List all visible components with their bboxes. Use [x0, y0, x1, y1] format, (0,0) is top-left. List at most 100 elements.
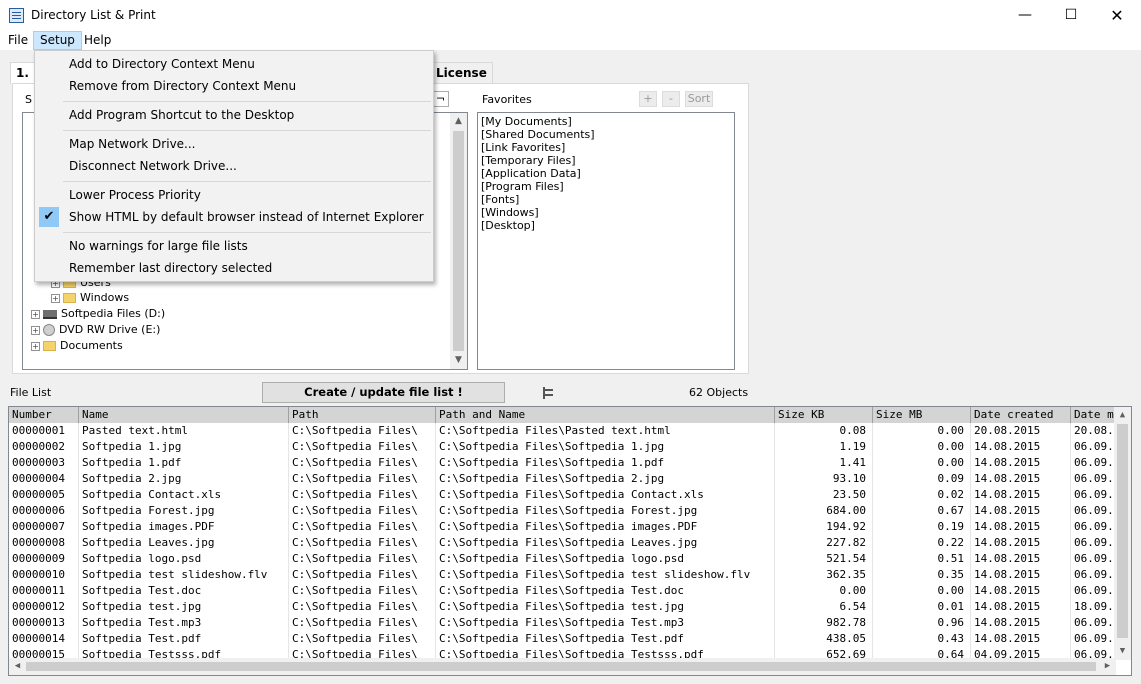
- scroll-down-icon[interactable]: ▼: [450, 352, 467, 369]
- minimize-button[interactable]: —: [1002, 0, 1048, 31]
- scroll-thumb[interactable]: [453, 131, 464, 351]
- menu-item-html-browser[interactable]: ✔ Show HTML by default browser instead o…: [36, 206, 432, 228]
- favorite-item[interactable]: [My Documents]: [481, 115, 731, 128]
- table-cell: C:\Softpedia Files\Softpedia logo.psd: [436, 551, 775, 567]
- tab-license[interactable]: License: [430, 62, 493, 84]
- table-row[interactable]: 00000005 Softpedia Contact.xls C:\Softpedi…: [9, 487, 1116, 503]
- tree-item-windows[interactable]: + Windows: [51, 290, 129, 306]
- table-row[interactable]: 00000001 Pasted text.html C:\Softpedia Fil…: [9, 423, 1116, 439]
- maximize-button[interactable]: ☐: [1048, 0, 1094, 31]
- scroll-down-icon[interactable]: ▼: [1114, 643, 1131, 660]
- expand-icon[interactable]: +: [51, 293, 60, 303]
- scroll-left-icon[interactable]: ◀: [9, 658, 26, 675]
- favorite-item[interactable]: [Fonts]: [481, 193, 731, 206]
- menu-item-remember-dir[interactable]: Remember last directory selected: [36, 257, 432, 279]
- table-cell: 0.00: [873, 439, 971, 455]
- expand-icon[interactable]: +: [31, 325, 40, 335]
- file-list-grid[interactable]: Number Name Path Path and Name Size KB Size M…: [8, 406, 1132, 676]
- table-row[interactable]: 00000014 Softpedia Test.pdf C:\Softpedia F…: [9, 631, 1116, 647]
- sort-favorites-button[interactable]: Sort: [685, 91, 713, 107]
- add-favorite-button[interactable]: +: [639, 91, 657, 107]
- scroll-thumb[interactable]: [1117, 424, 1128, 638]
- table-cell: 00000011: [9, 583, 79, 599]
- menu-help[interactable]: Help: [78, 31, 117, 50]
- table-row[interactable]: 00000009 Softpedia logo.psd C:\Softpedia F…: [9, 551, 1116, 567]
- source-group-label: S: [25, 93, 32, 106]
- folder-icon: [43, 341, 56, 351]
- favorite-item[interactable]: [Windows]: [481, 206, 731, 219]
- menu-item-no-warnings[interactable]: No warnings for large file lists: [36, 235, 432, 257]
- grid-vertical-scrollbar[interactable]: ▲ ▼: [1114, 407, 1131, 660]
- grid-horizontal-scrollbar[interactable]: ◀ ▶: [9, 658, 1116, 675]
- table-row[interactable]: 00000012 Softpedia test.jpg C:\Softpedia F…: [9, 599, 1116, 615]
- menu-file[interactable]: File: [2, 31, 34, 50]
- table-row[interactable]: 00000003 Softpedia 1.pdf C:\Softpedia File…: [9, 455, 1116, 471]
- favorite-item[interactable]: [Temporary Files]: [481, 154, 731, 167]
- column-header[interactable]: Path: [289, 407, 436, 423]
- table-row[interactable]: 00000008 Softpedia Leaves.jpg C:\Softpedia…: [9, 535, 1116, 551]
- table-cell: C:\Softpedia Files\: [289, 439, 436, 455]
- scroll-up-icon[interactable]: ▲: [450, 113, 467, 130]
- table-cell: 14.08.2015: [971, 631, 1071, 647]
- expand-icon[interactable]: +: [31, 309, 40, 319]
- favorite-item[interactable]: [Link Favorites]: [481, 141, 731, 154]
- tab-directory[interactable]: 1. D: [10, 62, 35, 100]
- create-file-list-button[interactable]: Create / update file list !: [262, 382, 505, 403]
- table-row[interactable]: 00000006 Softpedia Forest.jpg C:\Softpedia…: [9, 503, 1116, 519]
- menu-item-desktop-shortcut[interactable]: Add Program Shortcut to the Desktop: [36, 104, 432, 126]
- menu-setup[interactable]: Setup: [33, 31, 82, 50]
- favorites-label: Favorites: [482, 93, 532, 106]
- close-button[interactable]: ✕: [1094, 0, 1140, 31]
- column-header[interactable]: Number: [9, 407, 79, 423]
- table-row[interactable]: 00000002 Softpedia 1.jpg C:\Softpedia File…: [9, 439, 1116, 455]
- table-cell: 06.09.: [1071, 455, 1116, 471]
- table-cell: 00000003: [9, 455, 79, 471]
- favorite-item[interactable]: [Desktop]: [481, 219, 731, 232]
- menu-item-disconnect-drive[interactable]: Disconnect Network Drive...: [36, 155, 432, 177]
- table-cell: C:\Softpedia Files\Softpedia Contact.xls: [436, 487, 775, 503]
- table-cell: 362.35: [775, 567, 873, 583]
- tree-view-icon[interactable]: [543, 387, 555, 399]
- column-header[interactable]: Size MB: [873, 407, 971, 423]
- scroll-right-icon[interactable]: ▶: [1099, 658, 1116, 675]
- table-cell: C:\Softpedia Files\Pasted text.html: [436, 423, 775, 439]
- menu-item-map-drive[interactable]: Map Network Drive...: [36, 133, 432, 155]
- favorite-item[interactable]: [Shared Documents]: [481, 128, 731, 141]
- menu-item-remove-context[interactable]: Remove from Directory Context Menu: [36, 75, 432, 97]
- scroll-thumb[interactable]: [26, 662, 1096, 671]
- column-header[interactable]: Date m: [1071, 407, 1116, 423]
- table-cell: 6.54: [775, 599, 873, 615]
- tree-item-softpedia-drive[interactable]: + Softpedia Files (D:): [31, 306, 165, 322]
- table-cell: 06.09.: [1071, 567, 1116, 583]
- tree-scrollbar[interactable]: ▲ ▼: [450, 113, 467, 369]
- table-row[interactable]: 00000004 Softpedia 2.jpg C:\Softpedia File…: [9, 471, 1116, 487]
- table-cell: 684.00: [775, 503, 873, 519]
- nav-button[interactable]: ¬: [432, 91, 449, 107]
- table-row[interactable]: 00000010 Softpedia test slideshow.flv C:\S…: [9, 567, 1116, 583]
- table-cell: 0.67: [873, 503, 971, 519]
- table-cell: 14.08.2015: [971, 615, 1071, 631]
- table-cell: 0.51: [873, 551, 971, 567]
- tree-item-documents[interactable]: + Documents: [31, 338, 123, 354]
- favorites-list[interactable]: [My Documents] [Shared Documents] [Link …: [477, 112, 735, 370]
- table-row[interactable]: 00000013 Softpedia Test.mp3 C:\Softpedia F…: [9, 615, 1116, 631]
- table-row[interactable]: 00000011 Softpedia Test.doc C:\Softpedia F…: [9, 583, 1116, 599]
- table-cell: 14.08.2015: [971, 455, 1071, 471]
- favorite-item[interactable]: [Program Files]: [481, 180, 731, 193]
- tree-item-dvd-drive[interactable]: + DVD RW Drive (E:): [31, 322, 160, 338]
- table-cell: 00000009: [9, 551, 79, 567]
- favorite-item[interactable]: [Application Data]: [481, 167, 731, 180]
- scroll-up-icon[interactable]: ▲: [1114, 407, 1131, 424]
- table-cell: C:\Softpedia Files\Softpedia Test.pdf: [436, 631, 775, 647]
- table-row[interactable]: 00000007 Softpedia images.PDF C:\Softpedia…: [9, 519, 1116, 535]
- column-header[interactable]: Path and Name: [436, 407, 775, 423]
- remove-favorite-button[interactable]: -: [662, 91, 680, 107]
- column-header[interactable]: Name: [79, 407, 289, 423]
- column-header[interactable]: Size KB: [775, 407, 873, 423]
- column-header[interactable]: Date created: [971, 407, 1071, 423]
- app-list-icon: [9, 8, 24, 23]
- expand-icon[interactable]: +: [31, 341, 40, 351]
- menu-item-lower-priority[interactable]: Lower Process Priority: [36, 184, 432, 206]
- disc-icon: [43, 324, 55, 336]
- menu-item-add-context[interactable]: Add to Directory Context Menu: [36, 53, 432, 75]
